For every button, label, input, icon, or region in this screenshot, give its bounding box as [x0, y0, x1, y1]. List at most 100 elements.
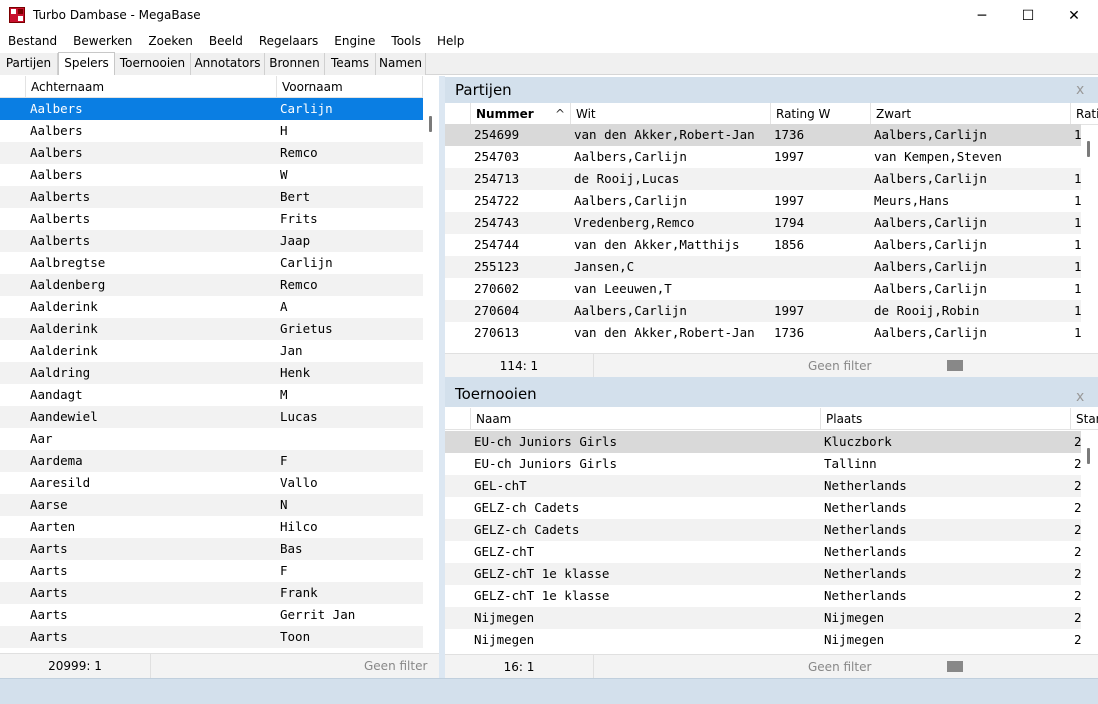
game-black-cell: Aalbers,Carlijn	[874, 237, 987, 252]
game-row[interactable]: 254744 van den Akker,Matthijs 1856 Aalbers,…	[445, 234, 1082, 256]
tournaments-scrollbar-thumb[interactable]	[1087, 448, 1090, 464]
game-row[interactable]: 254722 Aalbers,Carlijn 1997 Meurs,Hans 1	[445, 190, 1082, 212]
tournament-start-cell: 2	[1074, 500, 1082, 515]
tournament-row[interactable]: EU-ch Juniors Girls Kluczbork 2	[445, 431, 1082, 453]
minimize-button[interactable]: ─	[959, 0, 1005, 31]
tab-teams[interactable]: Teams	[325, 53, 376, 75]
tournament-row[interactable]: Nijmegen Nijmegen 2	[445, 629, 1082, 651]
column-header-rating-w[interactable]: Rating W	[771, 103, 871, 125]
player-row[interactable]: Aarts Gerrit Jan	[0, 604, 423, 626]
player-row[interactable]: Aalbers Carlijn	[0, 98, 423, 120]
column-header-plaats[interactable]: Plaats	[821, 408, 1071, 430]
players-scrollbar-thumb[interactable]	[429, 116, 432, 132]
player-row[interactable]: Aalderink Grietus	[0, 318, 423, 340]
game-row[interactable]: 270613 van den Akker,Robert-Jan 1736 Aalber…	[445, 322, 1082, 344]
player-lastname-cell: Aandewiel	[30, 409, 98, 424]
player-row[interactable]: Aalberts Frits	[0, 208, 423, 230]
column-header-voornaam[interactable]: Voornaam	[277, 76, 423, 98]
player-firstname-cell: Carlijn	[280, 255, 333, 270]
game-row[interactable]: 254713 de Rooij,Lucas Aalbers,Carlijn 1	[445, 168, 1082, 190]
column-header-wit[interactable]: Wit	[571, 103, 771, 125]
maximize-button[interactable]: ☐	[1005, 0, 1051, 31]
game-rating-white-cell: 1736	[774, 325, 805, 340]
game-white-cell: van den Akker,Matthijs	[574, 237, 740, 252]
tournaments-filter-grip-icon[interactable]	[947, 661, 963, 672]
tournament-row[interactable]: GELZ-chT 1e klasse Netherlands 2	[445, 563, 1082, 585]
tournament-row[interactable]: GELZ-chT Netherlands 2	[445, 541, 1082, 563]
player-row[interactable]: Aalbregtse Carlijn	[0, 252, 423, 274]
tab-namen[interactable]: Namen	[376, 53, 426, 75]
tab-toernooien[interactable]: Toernooien	[115, 53, 191, 75]
player-row[interactable]: Aarten Hilco	[0, 516, 423, 538]
tournament-place-cell: Tallinn	[824, 456, 877, 471]
tab-annotators[interactable]: Annotators	[191, 53, 265, 75]
menu-bar: Bestand Bewerken Zoeken Beeld Regelaars …	[0, 31, 1098, 52]
menu-bewerken[interactable]: Bewerken	[65, 31, 140, 52]
menu-help[interactable]: Help	[429, 31, 472, 52]
player-row[interactable]: Aaldenberg Remco	[0, 274, 423, 296]
column-header-achternaam[interactable]: Achternaam	[26, 76, 277, 98]
menu-bestand[interactable]: Bestand	[0, 31, 65, 52]
player-row[interactable]: Aandewiel Lucas	[0, 406, 423, 428]
games-panel-title-text: Partijen	[455, 81, 512, 99]
player-row[interactable]: Aalbers Remco	[0, 142, 423, 164]
player-row[interactable]: Aarts F	[0, 560, 423, 582]
menu-engine[interactable]: Engine	[326, 31, 383, 52]
tournament-row[interactable]: GEL-chT Netherlands 2	[445, 475, 1082, 497]
games-filter-status[interactable]: Geen filter	[808, 354, 871, 378]
tournament-row[interactable]: GELZ-ch Cadets Netherlands 2	[445, 497, 1082, 519]
game-row[interactable]: 270604 Aalbers,Carlijn 1997 de Rooij,Robin 1	[445, 300, 1082, 322]
close-button[interactable]: ✕	[1051, 0, 1097, 31]
tournament-place-cell: Netherlands	[824, 522, 907, 537]
player-lastname-cell: Aardema	[30, 453, 83, 468]
player-row[interactable]: Aalbers H	[0, 120, 423, 142]
tab-partijen[interactable]: Partijen	[0, 53, 58, 75]
column-header-start[interactable]: Star	[1071, 408, 1098, 430]
game-row[interactable]: 254699 van den Akker,Robert-Jan 1736 Aalber…	[445, 124, 1082, 146]
menu-regelaars[interactable]: Regelaars	[251, 31, 326, 52]
game-black-cell: Aalbers,Carlijn	[874, 127, 987, 142]
game-row[interactable]: 254743 Vredenberg,Remco 1794 Aalbers,Carlij…	[445, 212, 1082, 234]
menu-beeld[interactable]: Beeld	[201, 31, 251, 52]
player-lastname-cell: Aalbers	[30, 145, 83, 160]
column-header-rating-z[interactable]: Rati	[1071, 103, 1098, 125]
column-header-naam[interactable]: Naam	[471, 408, 821, 430]
game-row[interactable]: 255123 Jansen,C Aalbers,Carlijn 1	[445, 256, 1082, 278]
game-black-cell: Aalbers,Carlijn	[874, 171, 987, 186]
player-row[interactable]: Aaresild Vallo	[0, 472, 423, 494]
game-row[interactable]: 254703 Aalbers,Carlijn 1997 van Kempen,Stev…	[445, 146, 1081, 168]
column-header-zwart[interactable]: Zwart	[871, 103, 1071, 125]
player-firstname-cell: Remco	[280, 277, 318, 292]
player-row[interactable]: Aarts Bas	[0, 538, 423, 560]
menu-zoeken[interactable]: Zoeken	[140, 31, 200, 52]
tournaments-filter-status[interactable]: Geen filter	[808, 655, 871, 679]
player-row[interactable]: Aar	[0, 428, 423, 450]
column-header-nummer[interactable]: Nummer ^	[471, 103, 571, 125]
player-row[interactable]: Aalderink A	[0, 296, 423, 318]
player-row[interactable]: Aalbers W	[0, 164, 423, 186]
tournament-row[interactable]: Nijmegen Nijmegen 2	[445, 607, 1082, 629]
player-row[interactable]: Aalderink Jan	[0, 340, 423, 362]
player-row[interactable]: Aaldring Henk	[0, 362, 423, 384]
tab-spelers[interactable]: Spelers	[58, 52, 115, 75]
tab-bronnen[interactable]: Bronnen	[265, 53, 325, 75]
player-row[interactable]: Aarts Toon	[0, 626, 423, 648]
games-statusbar: 114: 1 Geen filter	[445, 353, 1098, 378]
tournaments-panel-close-button[interactable]: x	[1076, 384, 1084, 410]
games-panel-close-button[interactable]: x	[1076, 77, 1084, 103]
menu-tools[interactable]: Tools	[383, 31, 429, 52]
player-row[interactable]: Aandagt M	[0, 384, 423, 406]
player-row[interactable]: Aalberts Jaap	[0, 230, 423, 252]
tournament-row[interactable]: EU-ch Juniors Girls Tallinn 2	[445, 453, 1082, 475]
player-row[interactable]: Aardema F	[0, 450, 423, 472]
games-scrollbar-thumb[interactable]	[1087, 141, 1090, 157]
tournament-row[interactable]: GELZ-chT 1e klasse Netherlands 2	[445, 585, 1082, 607]
tournament-row[interactable]: GELZ-ch Cadets Netherlands 2	[445, 519, 1082, 541]
player-row[interactable]: Aalberts Bert	[0, 186, 423, 208]
players-filter-status[interactable]: Geen filter	[364, 654, 427, 678]
player-row[interactable]: Aarse N	[0, 494, 423, 516]
games-filter-grip-icon[interactable]	[947, 360, 963, 371]
player-row[interactable]: Aarts Frank	[0, 582, 423, 604]
game-row[interactable]: 270602 van Leeuwen,T Aalbers,Carlijn 1	[445, 278, 1082, 300]
tournament-start-cell: 2	[1074, 588, 1082, 603]
